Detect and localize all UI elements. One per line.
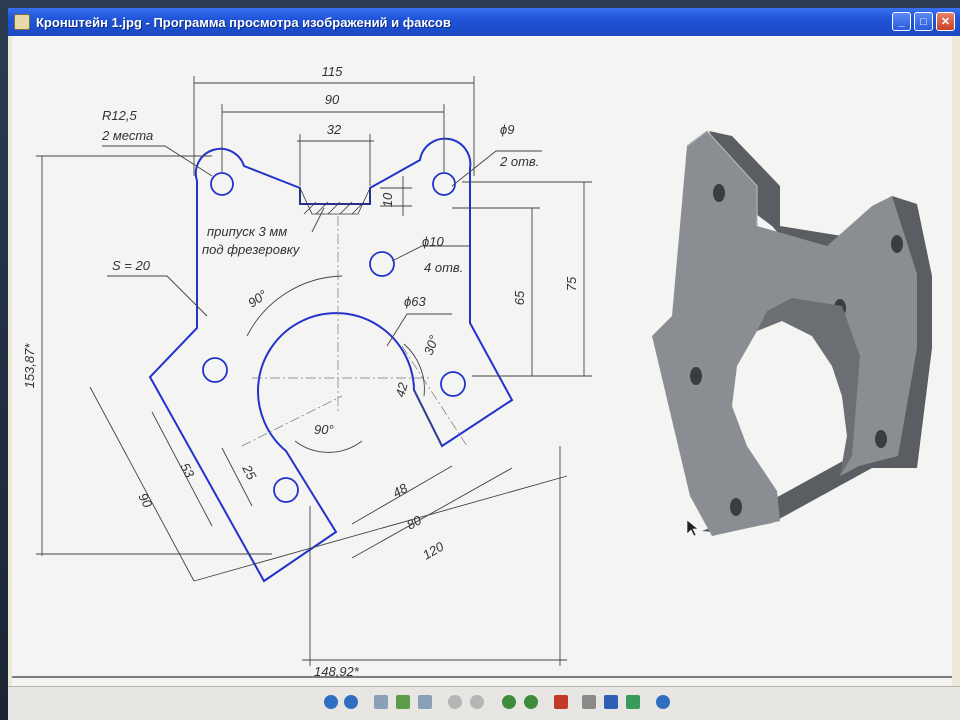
edit-icon[interactable] bbox=[626, 695, 640, 709]
delete-icon[interactable] bbox=[554, 695, 568, 709]
dim-label: ϕ63 bbox=[404, 294, 426, 309]
dim-label: 115 bbox=[322, 64, 343, 79]
dim-label: 32 bbox=[327, 122, 342, 137]
dim-label: 148,92* bbox=[314, 664, 360, 679]
viewer-toolbar bbox=[8, 686, 960, 720]
image-viewer-window: Кронштейн 1.jpg - Программа просмотра из… bbox=[8, 8, 960, 720]
dim-label: 4 отв. bbox=[424, 260, 463, 275]
dim-label: припуск 3 мм bbox=[207, 224, 287, 239]
dim-label: 42 bbox=[392, 380, 410, 399]
dim-label: 90 bbox=[135, 490, 155, 510]
hole bbox=[202, 357, 228, 383]
hole bbox=[730, 498, 742, 516]
dim-label: R12,5 bbox=[102, 108, 137, 123]
dim-label: ϕ10 bbox=[422, 234, 444, 249]
hole bbox=[875, 430, 887, 448]
technical-drawing: 115 90 32 R12,5 2 места ϕ9 2 отв. 10 при… bbox=[12, 64, 952, 679]
dim-label: 53 bbox=[177, 460, 197, 480]
dim-label: 2 места bbox=[101, 128, 153, 143]
actual-size-icon[interactable] bbox=[396, 695, 410, 709]
bracket-3d-model bbox=[652, 130, 932, 536]
maximize-button[interactable]: □ bbox=[914, 12, 933, 31]
slideshow-icon[interactable] bbox=[418, 695, 432, 709]
dim-label: 80 bbox=[404, 512, 425, 533]
dim-label: ϕ9 bbox=[500, 122, 514, 137]
next-icon[interactable] bbox=[344, 695, 358, 709]
hole bbox=[369, 251, 395, 277]
hole bbox=[713, 184, 725, 202]
dim-label: 65 bbox=[512, 290, 527, 305]
minimize-button[interactable]: _ bbox=[892, 12, 911, 31]
best-fit-icon[interactable] bbox=[374, 695, 388, 709]
dim-label: 48 bbox=[390, 480, 411, 501]
dim-label: 90 bbox=[325, 92, 340, 107]
desktop-screen: Кронштейн 1.jpg - Программа просмотра из… bbox=[0, 0, 960, 720]
dim-label: 25 bbox=[239, 461, 260, 482]
help-icon[interactable] bbox=[656, 695, 670, 709]
dim-label: 2 отв. bbox=[499, 154, 539, 169]
rotate-ccw-icon[interactable] bbox=[524, 695, 538, 709]
image-canvas[interactable]: 115 90 32 R12,5 2 места ϕ9 2 отв. 10 при… bbox=[12, 36, 952, 686]
dim-label: 153,87* bbox=[22, 343, 37, 389]
prev-icon[interactable] bbox=[324, 695, 338, 709]
dim-label: 75 bbox=[564, 276, 579, 291]
dim-label: 30° bbox=[421, 333, 442, 357]
zoom-out-icon[interactable] bbox=[470, 695, 484, 709]
dim-label: 90° bbox=[314, 422, 334, 437]
dim-label: 10 bbox=[380, 192, 395, 207]
title-bar[interactable]: Кронштейн 1.jpg - Программа просмотра из… bbox=[8, 8, 960, 36]
window-title: Кронштейн 1.jpg - Программа просмотра из… bbox=[36, 14, 451, 30]
hole bbox=[432, 172, 456, 196]
part-outline bbox=[148, 137, 514, 583]
dim-label: 90° bbox=[245, 287, 270, 311]
mouse-cursor bbox=[686, 519, 699, 537]
allowance-hatch bbox=[299, 187, 371, 215]
save-icon[interactable] bbox=[604, 695, 618, 709]
rotate-cw-icon[interactable] bbox=[502, 695, 516, 709]
hole bbox=[273, 477, 299, 503]
app-icon bbox=[14, 14, 30, 30]
dim-label: 120 bbox=[420, 538, 447, 562]
close-button[interactable]: ✕ bbox=[936, 12, 955, 31]
hole bbox=[210, 172, 234, 196]
hole bbox=[690, 367, 702, 385]
print-icon[interactable] bbox=[582, 695, 596, 709]
dim-label: под фрезеровку bbox=[202, 242, 301, 257]
dim-label: S = 20 bbox=[112, 258, 151, 273]
hole bbox=[891, 235, 903, 253]
zoom-in-icon[interactable] bbox=[448, 695, 462, 709]
hole bbox=[440, 371, 466, 397]
